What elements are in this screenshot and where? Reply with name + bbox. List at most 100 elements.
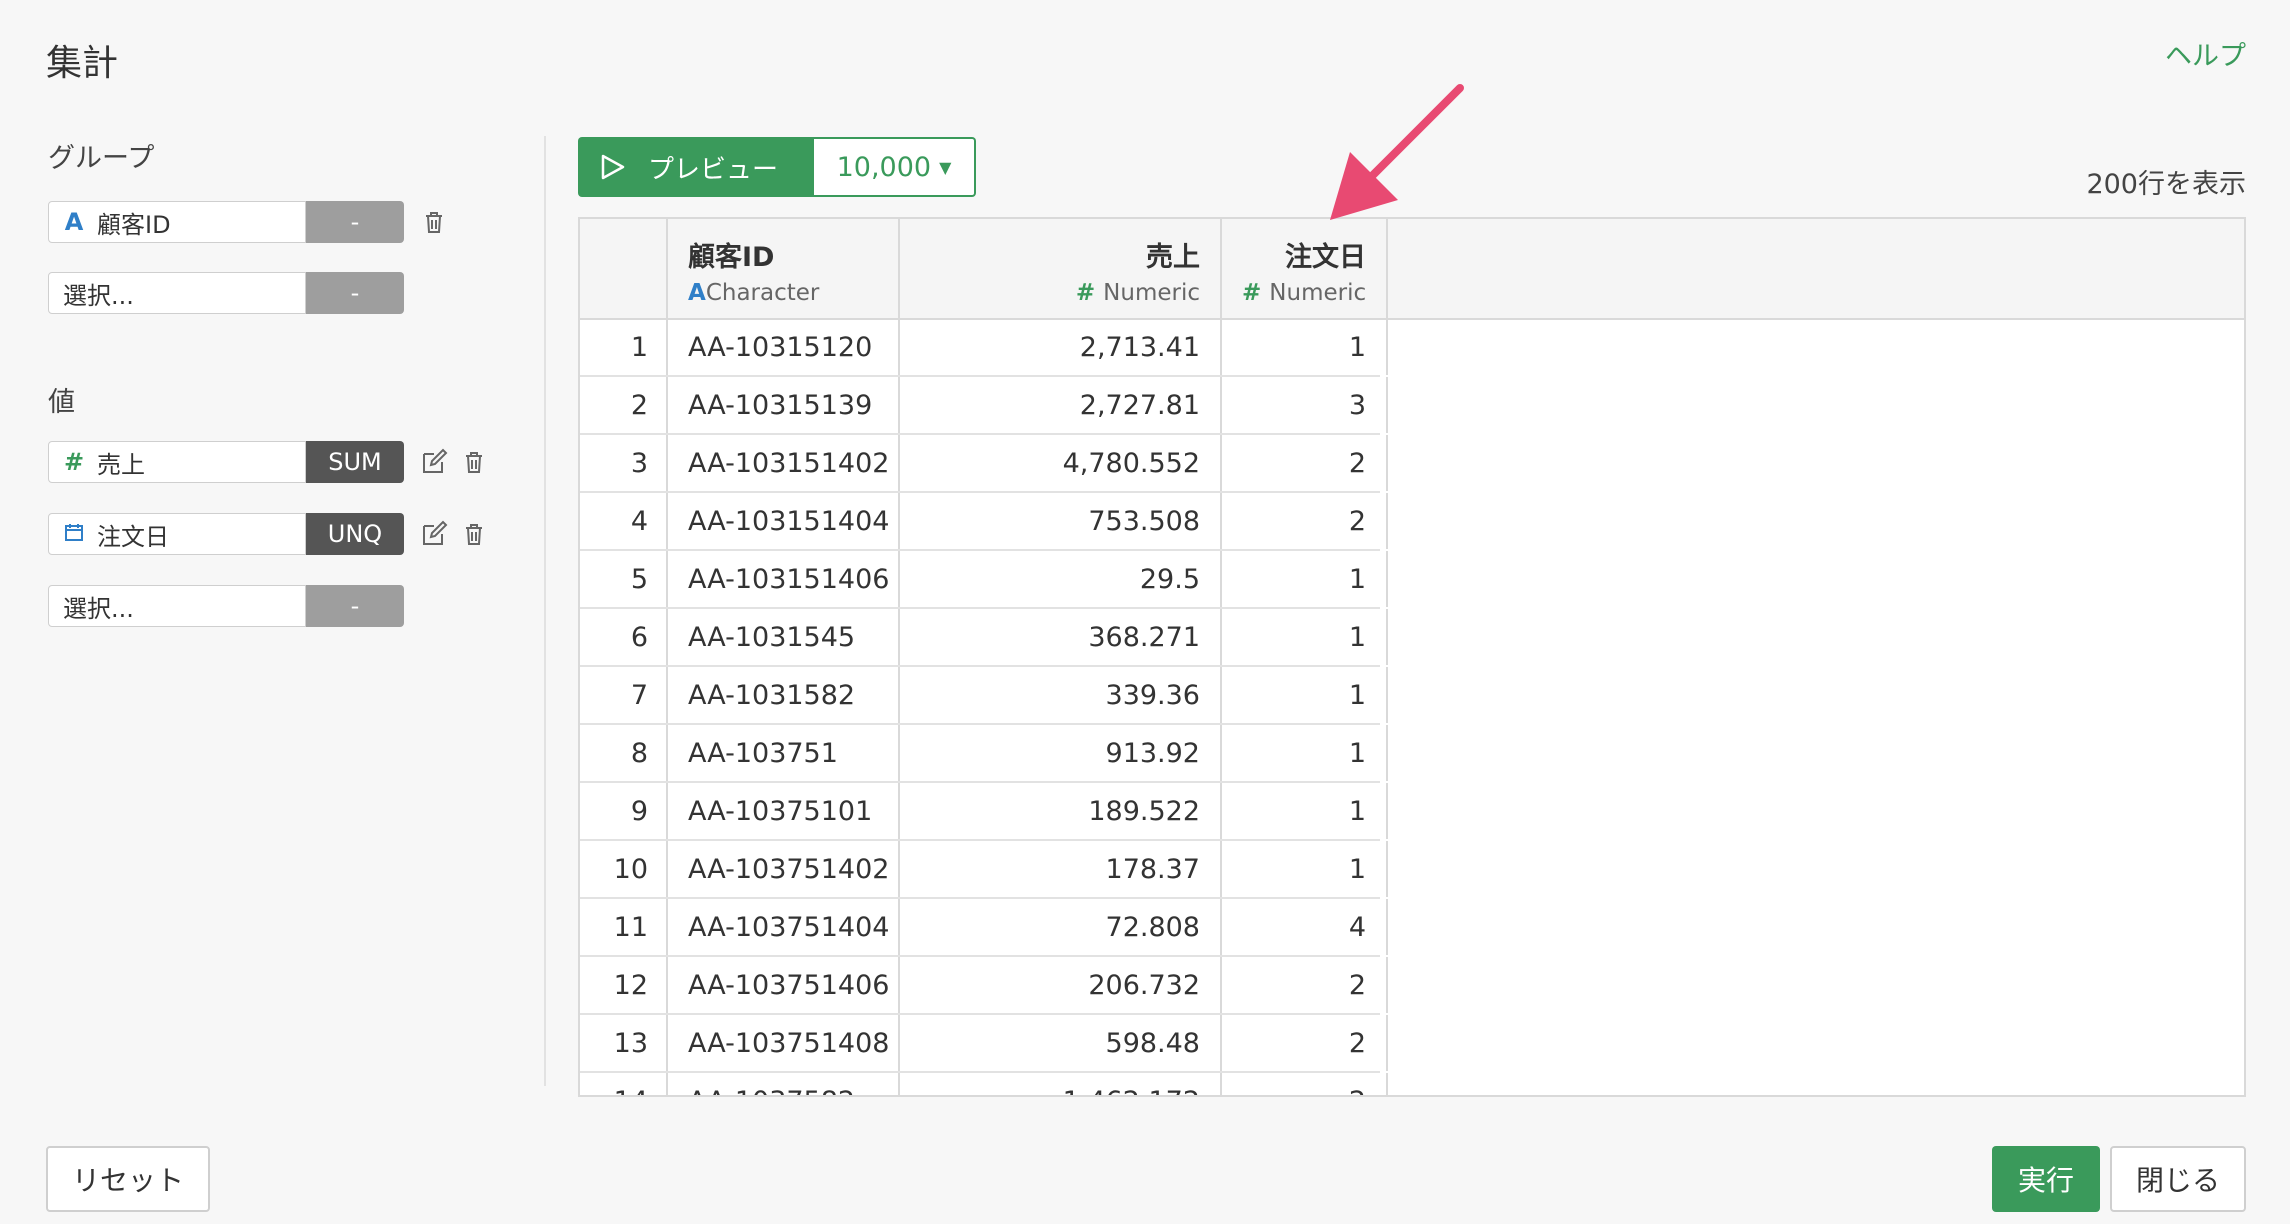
table-row: 2 AA-10315139 2,727.81 3 [580,377,1388,435]
sales-cell: 2,713.41 [900,319,1222,375]
row-index-cell: 14 [580,1073,668,1095]
value-column-order-date: 注文日 [97,522,169,551]
order-date-cell: 1 [1222,319,1388,375]
table-row: 14AA-10375821,462.1722 [580,1073,1388,1095]
customer-id-cell: AA-103751406 [668,957,900,1013]
numeric-icon: # [63,448,85,476]
customer-id-cell: AA-103151402 [668,435,900,491]
customer-id-cell: AA-10375101 [668,783,900,839]
aggregate-function-sum[interactable]: SUM [306,441,404,483]
order-date-cell: 1 [1222,609,1388,665]
order-date-cell: 2 [1222,1015,1388,1071]
customer-id-cell: AA-1031545 [668,609,900,665]
value-row-sales: # 売上 SUM [48,440,494,484]
value-column-sales: 売上 [97,450,145,479]
table-row: 3 AA-103151402 4,780.552 2 [580,435,1388,493]
run-button[interactable]: 実行 [1992,1146,2100,1212]
customer-id-cell: AA-1037582 [668,1073,900,1095]
value-column-field-order-date[interactable]: 注文日 [48,513,306,555]
table-row: 13 AA-103751408 598.48 2 [580,1015,1388,1073]
group-column-field[interactable]: A 顧客ID [48,201,306,243]
customer-id-cell: AA-10315120 [668,319,900,375]
column-header-order-date[interactable]: 注文日 # Numeric [1222,219,1388,318]
table-row: 11 AA-103751404 72.808 4 [580,899,1388,957]
row-index-cell: 6 [580,609,668,665]
column-name: 売上 [1146,242,1200,273]
column-type: ACharacter [688,280,820,306]
order-date-cell: 1 [1222,783,1388,839]
group-column-value: 顧客ID [97,210,171,239]
customer-id-cell: AA-103751404 [668,899,900,955]
row-index-cell: 13 [580,1015,668,1071]
column-type: # Numeric [1075,280,1200,306]
row-index-cell: 2 [580,377,668,433]
group-field-row: A 顧客ID - [48,200,454,244]
order-date-cell: 1 [1222,667,1388,723]
customer-id-cell: AA-103751402 [668,841,900,897]
help-link[interactable]: ヘルプ [2165,34,2246,73]
row-index-cell: 1 [580,319,668,375]
row-index-cell: 7 [580,667,668,723]
row-count-dropdown[interactable]: 10,000 ▼ [814,137,976,197]
calendar-icon [63,520,85,548]
edit-icon[interactable] [414,514,454,554]
row-index-cell: 5 [580,551,668,607]
panel-divider [544,136,546,1086]
row-count-value: 10,000 [836,151,932,183]
annotation-arrow [1330,84,1464,220]
trash-icon[interactable] [414,202,454,242]
group-select-row: 選択... - [48,271,404,315]
group-select-field[interactable]: 選択... [48,272,306,314]
rows-shown-label: 200行を表示 [2086,169,2246,200]
trash-icon[interactable] [454,514,494,554]
value-column-field-sales[interactable]: # 売上 [48,441,306,483]
order-date-cell: 2 [1222,957,1388,1013]
column-type: # Numeric [1242,280,1367,306]
group-field-action-button[interactable]: - [306,201,404,243]
trash-icon[interactable] [454,442,494,482]
order-date-cell: 1 [1222,551,1388,607]
character-icon: A [64,208,84,236]
close-button[interactable]: 閉じる [2110,1146,2246,1212]
table-row: 1 AA-10315120 2,713.41 1 [580,319,1388,377]
sales-cell: 178.37 [900,841,1222,897]
index-header [580,219,668,318]
sales-cell: 206.732 [900,957,1222,1013]
play-icon [601,154,625,180]
group-select-placeholder: 選択... [63,281,134,310]
dialog-title: 集計 [46,43,119,84]
reset-button[interactable]: リセット [46,1146,210,1212]
value-select-field[interactable]: 選択... [48,585,306,627]
value-select-action-button[interactable]: - [306,585,404,627]
order-date-cell: 4 [1222,899,1388,955]
customer-id-cell: AA-103151404 [668,493,900,549]
customer-id-cell: AA-103751408 [668,1015,900,1071]
sales-cell: 339.36 [900,667,1222,723]
order-date-cell: 1 [1222,725,1388,781]
preview-toolbar: プレビュー 10,000 ▼ [578,137,976,197]
character-icon: A [688,280,706,306]
column-header-customer-id[interactable]: 顧客ID ACharacter [668,219,900,318]
edit-icon[interactable] [414,442,454,482]
value-select-placeholder: 選択... [63,594,134,623]
order-date-cell: 2 [1222,1073,1388,1095]
customer-id-cell: AA-1031582 [668,667,900,723]
sales-cell: 72.808 [900,899,1222,955]
table-row: 12 AA-103751406 206.732 2 [580,957,1388,1015]
order-date-cell: 2 [1222,435,1388,491]
preview-button[interactable]: プレビュー [578,137,814,197]
aggregate-function-unq[interactable]: UNQ [306,513,404,555]
group-select-action-button[interactable]: - [306,272,404,314]
row-index-cell: 10 [580,841,668,897]
sales-cell: 598.48 [900,1015,1222,1071]
caret-down-icon: ▼ [939,157,952,177]
column-header-sales[interactable]: 売上 # Numeric [900,219,1222,318]
sales-cell: 1,462.172 [900,1073,1222,1095]
sales-cell: 913.92 [900,725,1222,781]
numeric-icon: # [1242,280,1262,306]
row-index-cell: 3 [580,435,668,491]
preview-button-label: プレビュー [648,154,779,185]
table-header: 顧客ID ACharacter 売上 # Numeric 注文日 # Numeric [580,219,2244,320]
sales-cell: 2,727.81 [900,377,1222,433]
order-date-cell: 1 [1222,841,1388,897]
